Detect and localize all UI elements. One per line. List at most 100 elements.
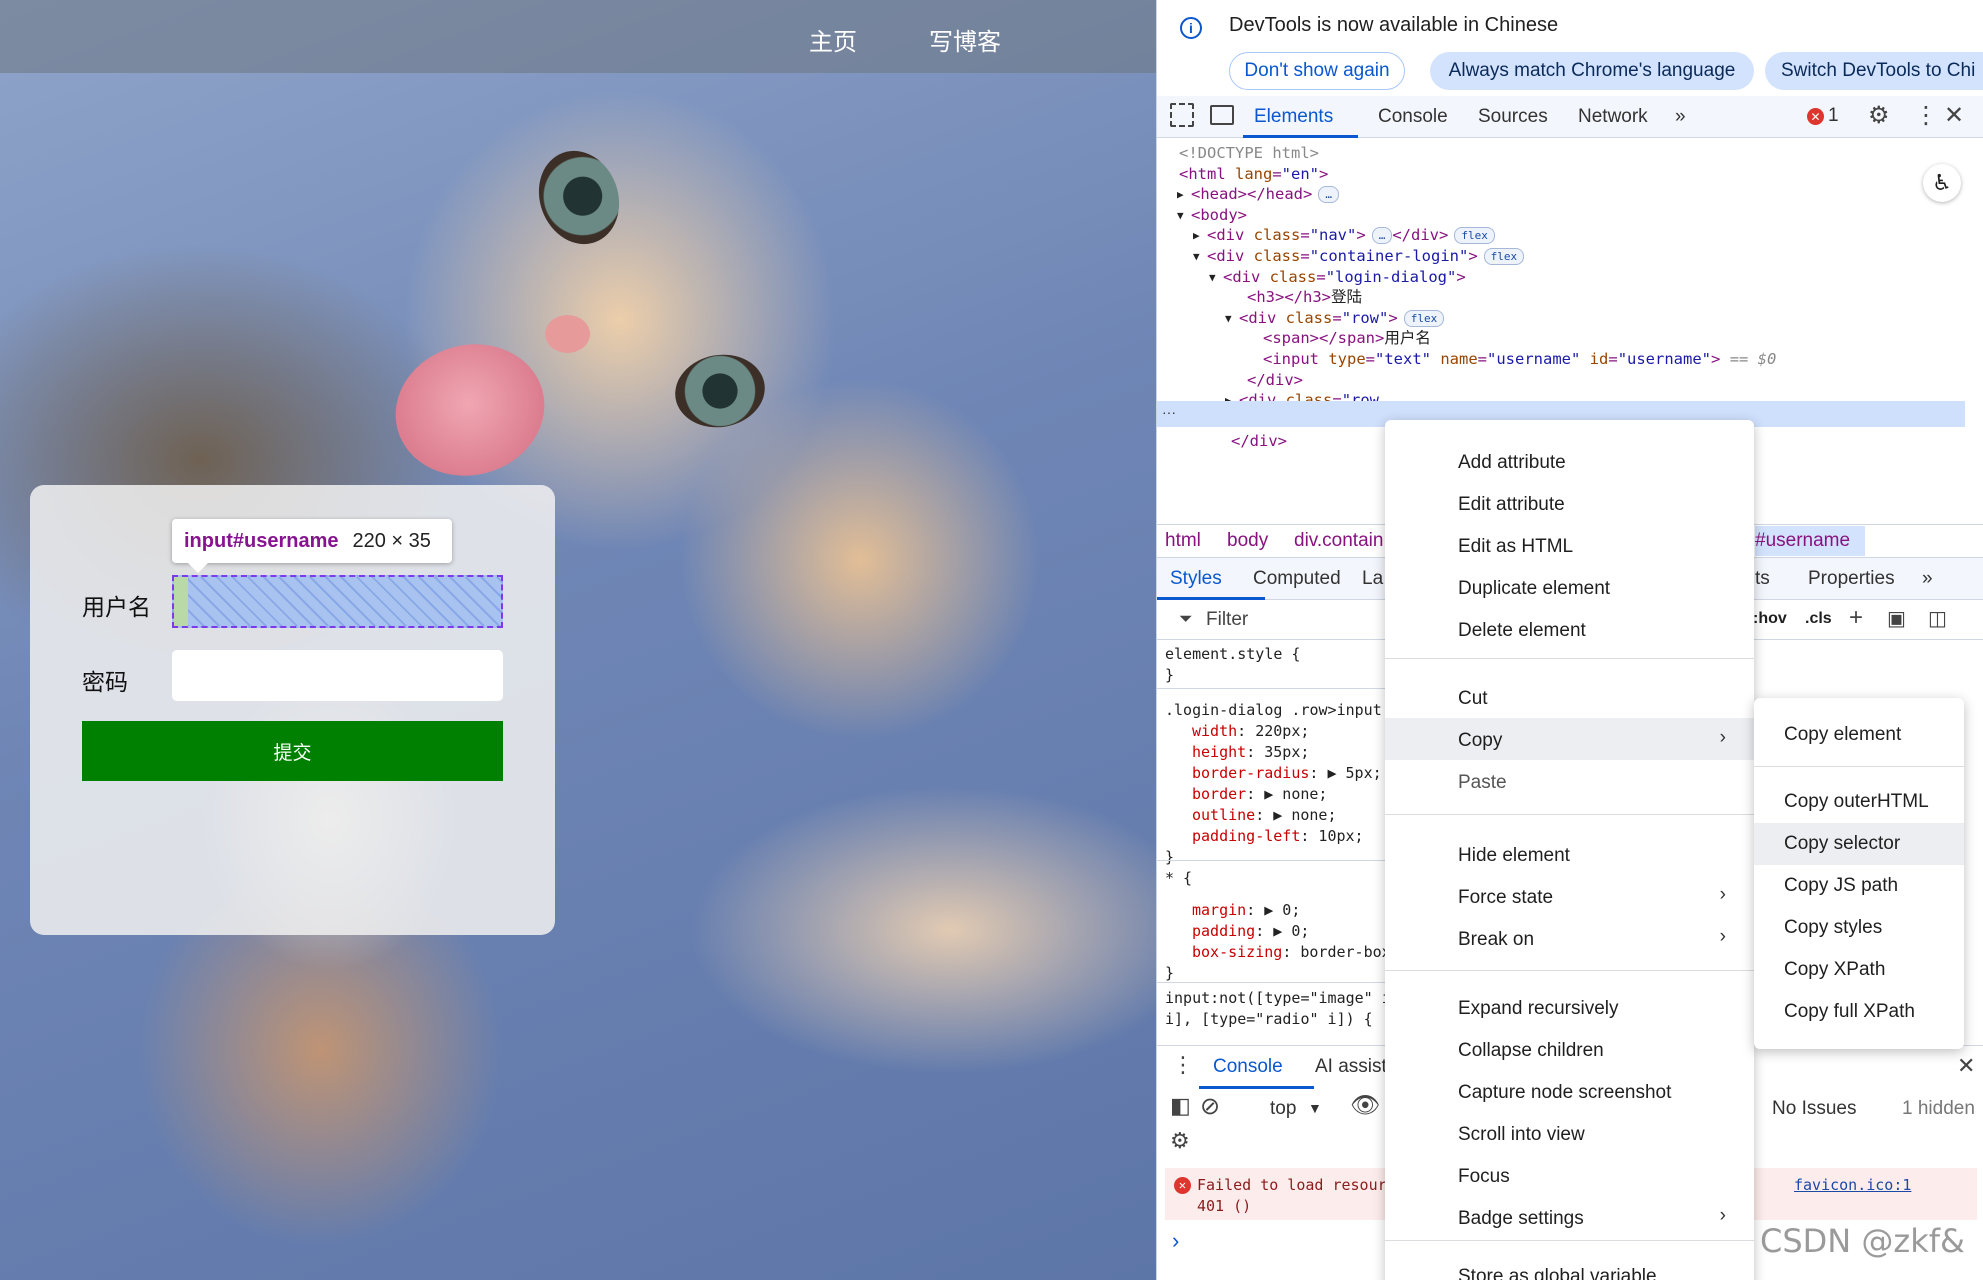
submenu-item[interactable]: Copy element <box>1784 724 1901 746</box>
device-toolbar-icon[interactable] <box>1210 105 1234 125</box>
doctype: <!DOCTYPE html> <box>1179 144 1319 162</box>
console-settings-icon[interactable]: ⚙ <box>1170 1128 1190 1154</box>
error-count: 1 <box>1828 105 1839 126</box>
hov-toggle[interactable]: :hov <box>1753 610 1787 628</box>
style-declaration: padding-left: 10px; <box>1192 827 1364 845</box>
inspect-element-icon[interactable] <box>1170 103 1194 127</box>
accessibility-icon[interactable]: ♿ <box>1923 164 1961 202</box>
tag: <div <box>1223 267 1270 286</box>
cls-toggle[interactable]: .cls <box>1805 610 1832 628</box>
clear-console-icon[interactable]: ⊘ <box>1200 1092 1220 1121</box>
nav-home-link[interactable]: 主页 <box>809 22 857 57</box>
close-icon[interactable]: ✕ <box>1944 101 1964 130</box>
style-declaration: outline: ▶ none; <box>1192 806 1337 824</box>
crumb-html[interactable]: html <box>1165 530 1201 552</box>
context-menu-item[interactable]: Duplicate element <box>1458 578 1610 600</box>
error-icon[interactable]: ✕ <box>1807 108 1824 125</box>
settings-gear-icon[interactable]: ⚙ <box>1868 101 1890 130</box>
chevron-right-icon: › <box>1719 727 1726 748</box>
tag-end: > <box>1711 350 1721 368</box>
tab-network[interactable]: Network <box>1578 106 1648 128</box>
nav-write-blog-link[interactable]: 写博客 <box>929 22 1001 57</box>
context-menu-item[interactable]: Paste <box>1458 772 1507 794</box>
context-menu-item[interactable]: Edit as HTML <box>1458 536 1573 558</box>
eq: = <box>1332 308 1342 327</box>
submenu-item[interactable]: Copy selector <box>1784 833 1900 855</box>
always-match-language-button[interactable]: Always match Chrome's language <box>1430 52 1754 90</box>
more-tabs-icon[interactable]: » <box>1675 106 1686 128</box>
context-menu-item[interactable]: Edit attribute <box>1458 494 1565 516</box>
context-select[interactable]: top <box>1270 1098 1296 1120</box>
tab-styles[interactable]: Styles <box>1170 568 1222 590</box>
context-menu-item[interactable]: Expand recursively <box>1458 998 1619 1020</box>
expand-arrow-icon: ▼ <box>1225 311 1239 325</box>
drawer-menu-icon[interactable]: ⋮ <box>1172 1052 1194 1078</box>
tab-elements[interactable]: Elements <box>1254 106 1333 128</box>
filter-input[interactable]: Filter <box>1206 609 1248 631</box>
tab-properties[interactable]: Properties <box>1808 568 1895 590</box>
context-menu-item[interactable]: Force state <box>1458 887 1553 909</box>
error-status: 401 () <box>1197 1197 1252 1215</box>
chevron-down-icon[interactable]: ▼ <box>1308 1100 1322 1116</box>
tab-layout[interactable]: La <box>1362 568 1383 590</box>
tab-sources[interactable]: Sources <box>1478 106 1548 128</box>
new-rule-icon[interactable]: + <box>1849 604 1863 632</box>
text-node: 登陆 <box>1331 288 1363 307</box>
attr-value: "username" <box>1487 350 1581 368</box>
context-menu-item[interactable]: Copy <box>1458 730 1502 752</box>
context-menu-item[interactable]: Add attribute <box>1458 452 1566 474</box>
dom-node-row[interactable]: </div> <box>1231 429 1287 455</box>
attr-value: "container-login" <box>1309 247 1469 265</box>
submenu-item[interactable]: Copy full XPath <box>1784 1001 1915 1023</box>
style-declaration: height: 35px; <box>1192 743 1310 761</box>
context-menu-item[interactable]: Cut <box>1458 688 1488 710</box>
crumb-div[interactable]: div.contain <box>1294 530 1383 552</box>
drawer-close-icon[interactable]: ✕ <box>1957 1053 1975 1079</box>
console-prompt[interactable]: › <box>1172 1228 1179 1254</box>
crumb-input[interactable]: #username <box>1755 526 1865 556</box>
submit-button[interactable]: 提交 <box>82 721 503 781</box>
context-menu-item[interactable]: Break on <box>1458 929 1534 951</box>
username-input[interactable] <box>172 575 503 628</box>
sidebar-toggle-icon[interactable]: ◫ <box>1928 606 1947 631</box>
submenu-item[interactable]: Copy JS path <box>1784 875 1898 897</box>
paint-icon[interactable]: ▣ <box>1887 606 1906 631</box>
submenu-item[interactable]: Copy styles <box>1784 917 1882 939</box>
banner-message: DevTools is now available in Chinese <box>1229 14 1559 36</box>
drawer-tab-console[interactable]: Console <box>1213 1056 1283 1078</box>
more-panes-icon[interactable]: » <box>1922 568 1933 590</box>
crumb-body[interactable]: body <box>1227 530 1268 552</box>
switch-devtools-button[interactable]: Switch DevTools to Chi <box>1765 52 1983 90</box>
submenu-item[interactable]: Copy XPath <box>1784 959 1885 981</box>
expand-arrow-icon: ▼ <box>1209 270 1223 284</box>
submenu-item[interactable]: Copy outerHTML <box>1784 791 1929 813</box>
eye-icon[interactable]: 👁 <box>1350 1091 1380 1120</box>
dom-node-row[interactable]: <input type="text" name="username" id="u… <box>1263 347 1776 373</box>
tab-computed[interactable]: Computed <box>1253 568 1341 590</box>
context-menu-item[interactable]: Collapse children <box>1458 1040 1604 1062</box>
tab-event-listeners[interactable]: ts <box>1755 568 1770 590</box>
tab-console[interactable]: Console <box>1378 106 1448 128</box>
context-menu-item[interactable]: Focus <box>1458 1166 1510 1188</box>
context-menu-item[interactable]: Capture node screenshot <box>1458 1082 1671 1104</box>
tag-end: </span> <box>1319 329 1385 348</box>
sidebar-icon[interactable]: ◧ <box>1170 1093 1191 1119</box>
issues-count[interactable]: No Issues <box>1772 1098 1856 1120</box>
styles-pane: element.style {} .login-dialog .row>input… <box>1157 640 1391 1042</box>
copy-hover-highlight <box>1385 718 1754 760</box>
context-menu-item[interactable]: Badge settings <box>1458 1208 1584 1230</box>
context-menu-item[interactable]: Scroll into view <box>1458 1124 1585 1146</box>
dont-show-again-button[interactable]: Don't show again <box>1229 52 1405 90</box>
context-menu-item[interactable]: Store as global variable <box>1458 1266 1657 1280</box>
row-options-icon[interactable]: ··· <box>1162 404 1176 420</box>
drawer-tab-ai-assistance[interactable]: AI assist <box>1315 1056 1387 1078</box>
password-input[interactable] <box>172 650 503 701</box>
kebab-menu-icon[interactable]: ⋮ <box>1914 101 1938 130</box>
tag-end: > <box>1456 267 1466 286</box>
context-menu-item[interactable]: Delete element <box>1458 620 1586 642</box>
eq: = <box>1477 350 1488 368</box>
password-label: 密码 <box>82 670 128 696</box>
rule-selector: * { <box>1165 869 1193 887</box>
error-source-link[interactable]: favicon.ico:1 <box>1794 1175 1911 1196</box>
context-menu-item[interactable]: Hide element <box>1458 845 1570 867</box>
